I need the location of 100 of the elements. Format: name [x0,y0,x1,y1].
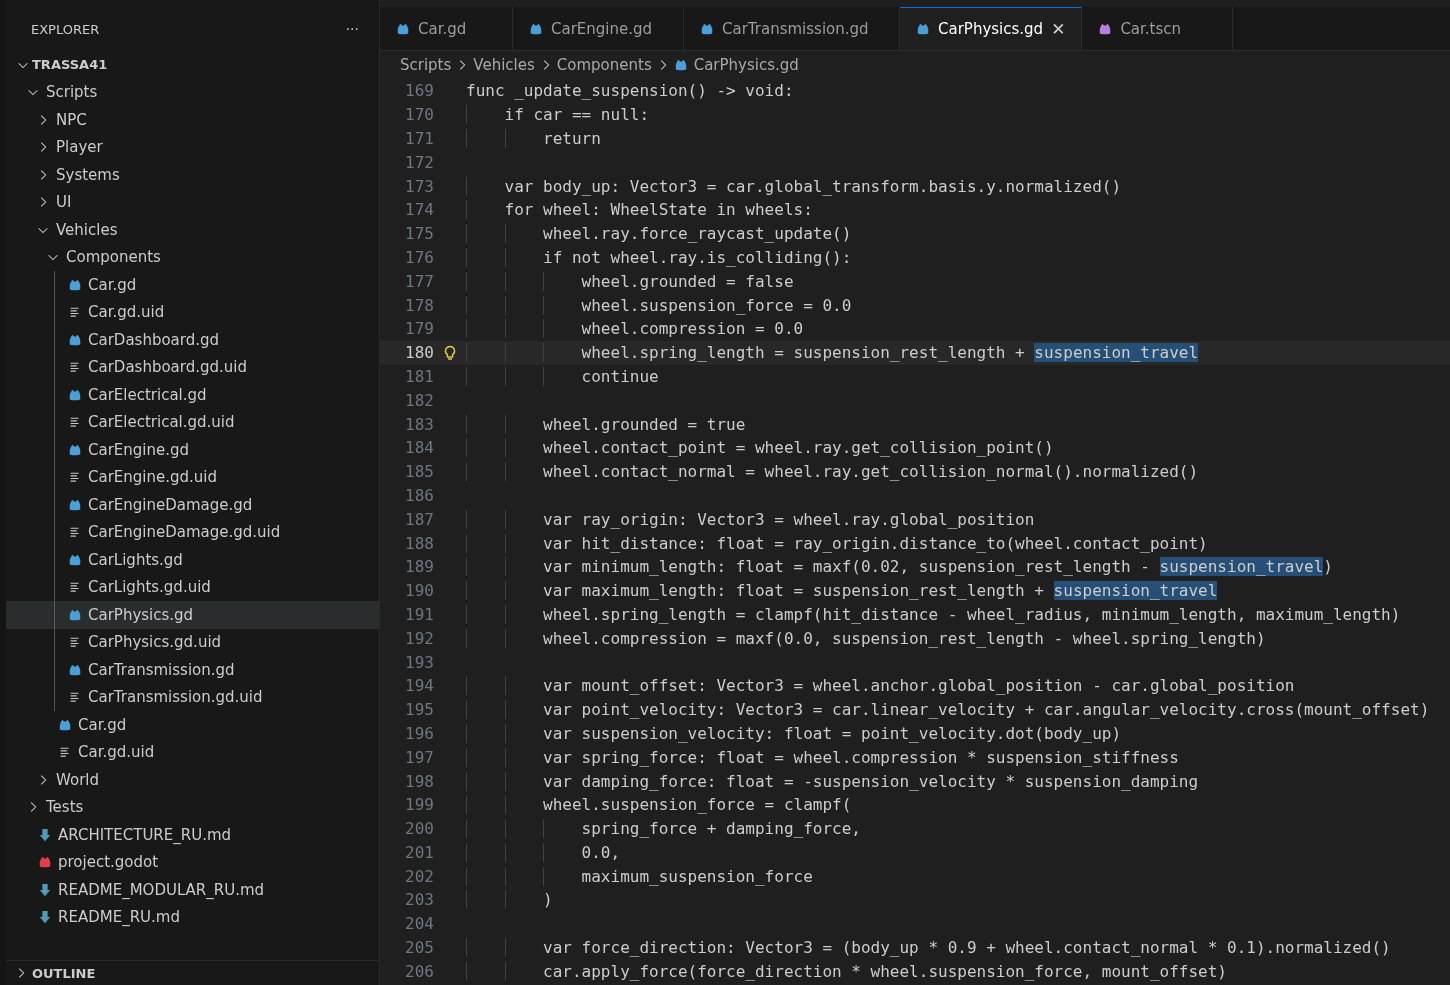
code-line: wheel.contact_normal = wheel.ray.get_collision_normal().normalized() [466,462,1199,482]
tree-item[interactable]: CarLights.gd.uid [6,573,379,601]
tree-item[interactable]: Components [6,243,379,271]
more-actions-button[interactable]: ··· [345,21,359,37]
tree-item[interactable]: NPC [6,106,379,134]
tree-item[interactable]: TRASSA41 [6,51,379,79]
tree-item[interactable]: CarElectrical.gd.uid [6,408,379,436]
tree-item[interactable]: Car.gd.uid [6,298,379,326]
line-number: 187 [404,509,434,529]
code-line: var mount_offset: Vector3 = wheel.anchor.global_position - car.global_position [466,676,1295,696]
line-number: 177 [404,271,434,291]
tree-item[interactable]: CarDashboard.gd [6,326,379,354]
code-line: spring_force + damping_force, [466,819,861,839]
line-number: 171 [404,129,434,148]
line-number: 193 [404,652,434,672]
tree-item[interactable]: CarElectrical.gd [6,381,379,409]
code-line: var damping_force: float = -suspension_velocity * suspension_damping [466,771,1199,791]
line-number: 206 [404,961,434,981]
line-number: 172 [404,152,434,172]
tree-item[interactable]: CarPhysics.gd [6,601,379,629]
tree-item[interactable]: CarEngineDamage.gd.uid [6,518,379,546]
line-number: 204 [404,914,434,934]
editor-tab[interactable]: CarPhysics.gd ✕ [900,7,1083,50]
tree-item[interactable]: README_MODULAR_RU.md [6,876,379,904]
close-icon[interactable]: ✕ [1051,19,1066,39]
line-number: 180 [404,343,434,363]
tree-item[interactable]: project.godot [6,848,379,876]
code-line: wheel.compression = maxf(0.0, suspension_rest_length - wheel.spring_length) [466,628,1266,648]
tree-item[interactable]: CarEngine.gd.uid [6,463,379,491]
lines-icon [68,525,82,540]
code-line: var suspension_velocity: float = point_velocity.dot(body_up) [466,723,1122,743]
tree-item[interactable]: World [6,766,379,794]
code-line: wheel.grounded = true [466,414,746,434]
code-line: wheel.grounded = false [466,271,794,291]
tree-item[interactable]: Car.gd [6,271,379,299]
tree-item[interactable]: CarLights.gd [6,546,379,574]
tree-item[interactable]: Vehicles [6,216,379,244]
tree-item[interactable]: Tests [6,793,379,821]
line-number: 185 [404,462,434,482]
lines-icon [68,580,82,595]
code-line: var body_up: Vector3 = car.global_transform.basis.y.normalized() [466,176,1122,196]
lightbulb-icon[interactable] [442,343,458,362]
line-number: 194 [404,676,434,696]
tree-item[interactable]: CarTransmission.gd.uid [6,683,379,711]
code-line: wheel.suspension_force = clampf( [466,795,852,815]
breadcrumb-item[interactable]: CarPhysics.gd [673,56,799,74]
tree-item[interactable]: CarPhysics.gd.uid [6,628,379,656]
line-number: 196 [404,723,434,743]
tree-item[interactable]: ARCHITECTURE_RU.md [6,821,379,849]
outline-section[interactable]: OUTLINE [6,960,379,985]
line-number: 182 [404,390,434,410]
arrow-down-icon [38,882,52,897]
code-line: var minimum_length: float = maxf(0.02, suspension_rest_length - suspension_travel) [466,557,1333,577]
tree-item[interactable]: CarDashboard.gd.uid [6,353,379,381]
tree-item[interactable]: Car.gd [6,711,379,739]
tree-item[interactable]: CarEngineDamage.gd [6,491,379,519]
code-line: wheel.ray.force_raycast_update() [466,224,852,244]
tree-item[interactable]: Scripts [6,78,379,106]
arrow-down-icon [38,910,52,925]
code-line: maximum_suspension_force [466,866,813,886]
lines-icon [68,360,82,375]
line-number: 205 [404,938,434,958]
lines-icon [58,745,72,760]
breadcrumb-item[interactable]: Vehicles [473,56,535,74]
line-number: 170 [404,105,434,125]
tree-item[interactable]: UI [6,188,379,216]
tree-item[interactable]: Player [6,133,379,161]
code-line: return [466,129,601,148]
tree-item[interactable]: CarEngine.gd [6,436,379,464]
tree-item[interactable]: CarTransmission.gd [6,656,379,684]
lines-icon [68,305,82,320]
lines-icon [68,690,82,705]
code-line: var hit_distance: float = ray_origin.distance_to(wheel.contact_point) [466,533,1208,553]
line-number: 169 [404,81,434,101]
code-line: func _update_suspension() -> void: [466,81,794,101]
code-line: var ray_origin: Vector3 = wheel.ray.global_position [466,509,1035,529]
line-number: 191 [404,604,434,624]
code-line: wheel.spring_length = clampf(hit_distance - wheel_radius, minimum_length, maximum_length) [466,604,1401,624]
line-number: 179 [404,319,434,339]
code-line: if car == null: [466,105,650,125]
line-number: 184 [404,438,434,458]
lines-icon [68,470,82,485]
code-line: 0.0, [466,842,621,862]
lines-icon [68,635,82,650]
code-line: continue [466,366,659,386]
tree-item[interactable]: README_RU.md [6,903,379,931]
tree-item[interactable]: Systems [6,161,379,189]
line-number: 199 [404,795,434,815]
line-number: 178 [404,295,434,315]
code-line: wheel.spring_length = suspension_rest_length + suspension_travel [466,343,1199,363]
breadcrumb-item[interactable]: Components [556,56,652,74]
arrow-down-icon [38,827,52,842]
breadcrumb-item[interactable]: Scripts [400,56,452,74]
line-number: 173 [404,176,434,196]
line-number: 181 [404,366,434,386]
lines-icon [68,415,82,430]
code-line: for wheel: WheelState in wheels: [466,200,813,220]
code-line: wheel.suspension_force = 0.0 [466,295,852,315]
tree-item[interactable]: Car.gd.uid [6,738,379,766]
line-number: 198 [404,771,434,791]
